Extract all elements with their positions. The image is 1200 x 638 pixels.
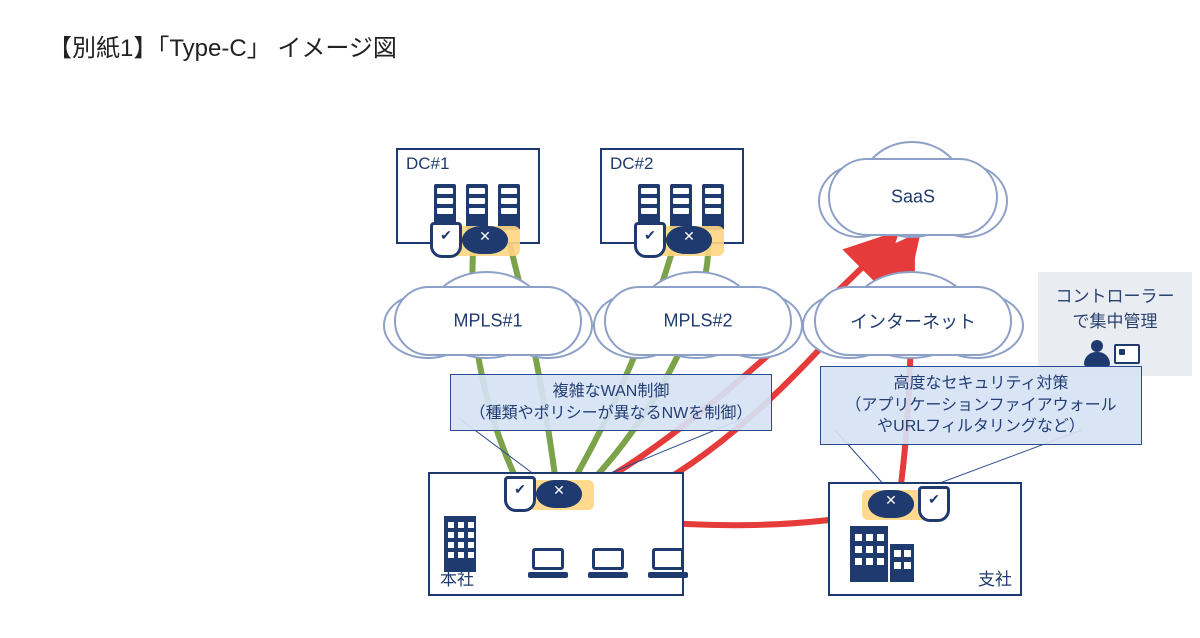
shield-icon (504, 476, 536, 512)
node-mpls1-label: MPLS#1 (394, 311, 582, 332)
router-icon (868, 490, 914, 518)
shield-icon (634, 222, 666, 258)
laptop-icon (588, 548, 628, 578)
shield-icon (430, 222, 462, 258)
node-mpls2-label: MPLS#2 (604, 311, 792, 332)
laptop-icon (528, 548, 568, 578)
controller-line1: コントローラー (1050, 282, 1180, 307)
callout-wan-line2: （種類やポリシーが異なるNWを制御） (461, 403, 761, 425)
callout-security-line1: 高度なセキュリティ対策 (831, 373, 1131, 395)
node-mpls2: MPLS#2 (604, 286, 792, 356)
shield-icon (918, 486, 950, 522)
node-dc2-label: DC#2 (610, 154, 653, 174)
callout-security-line2: （アプリケーションファイアウォール (831, 395, 1131, 417)
node-mpls1: MPLS#1 (394, 286, 582, 356)
callout-wan: 複雑なWAN制御 （種類やポリシーが異なるNWを制御） (450, 374, 772, 431)
node-saas-label: SaaS (828, 187, 998, 208)
building-icon (444, 516, 476, 572)
controller-callout: コントローラー で集中管理 (1038, 272, 1192, 376)
router-icon (462, 226, 508, 254)
callout-security: 高度なセキュリティ対策 （アプリケーションファイアウォール やURLフィルタリン… (820, 366, 1142, 445)
laptop-icon (648, 548, 688, 578)
node-branch-label: 支社 (978, 565, 1012, 590)
callout-security-line3: やURLフィルタリングなど） (831, 416, 1131, 438)
person-icon (1084, 340, 1110, 366)
node-internet-label: インターネット (814, 308, 1012, 334)
badge-icon (1114, 344, 1140, 364)
callout-wan-line1: 複雑なWAN制御 (461, 381, 761, 403)
controller-line2: で集中管理 (1050, 307, 1180, 332)
router-icon (536, 480, 582, 508)
node-saas: SaaS (828, 158, 998, 236)
page-title: 【別紙1】「Type-C」 イメージ図 (48, 28, 397, 63)
node-dc1-label: DC#1 (406, 154, 449, 174)
node-internet: インターネット (814, 286, 1012, 356)
router-icon (666, 226, 712, 254)
branch-building-icon (850, 526, 914, 582)
